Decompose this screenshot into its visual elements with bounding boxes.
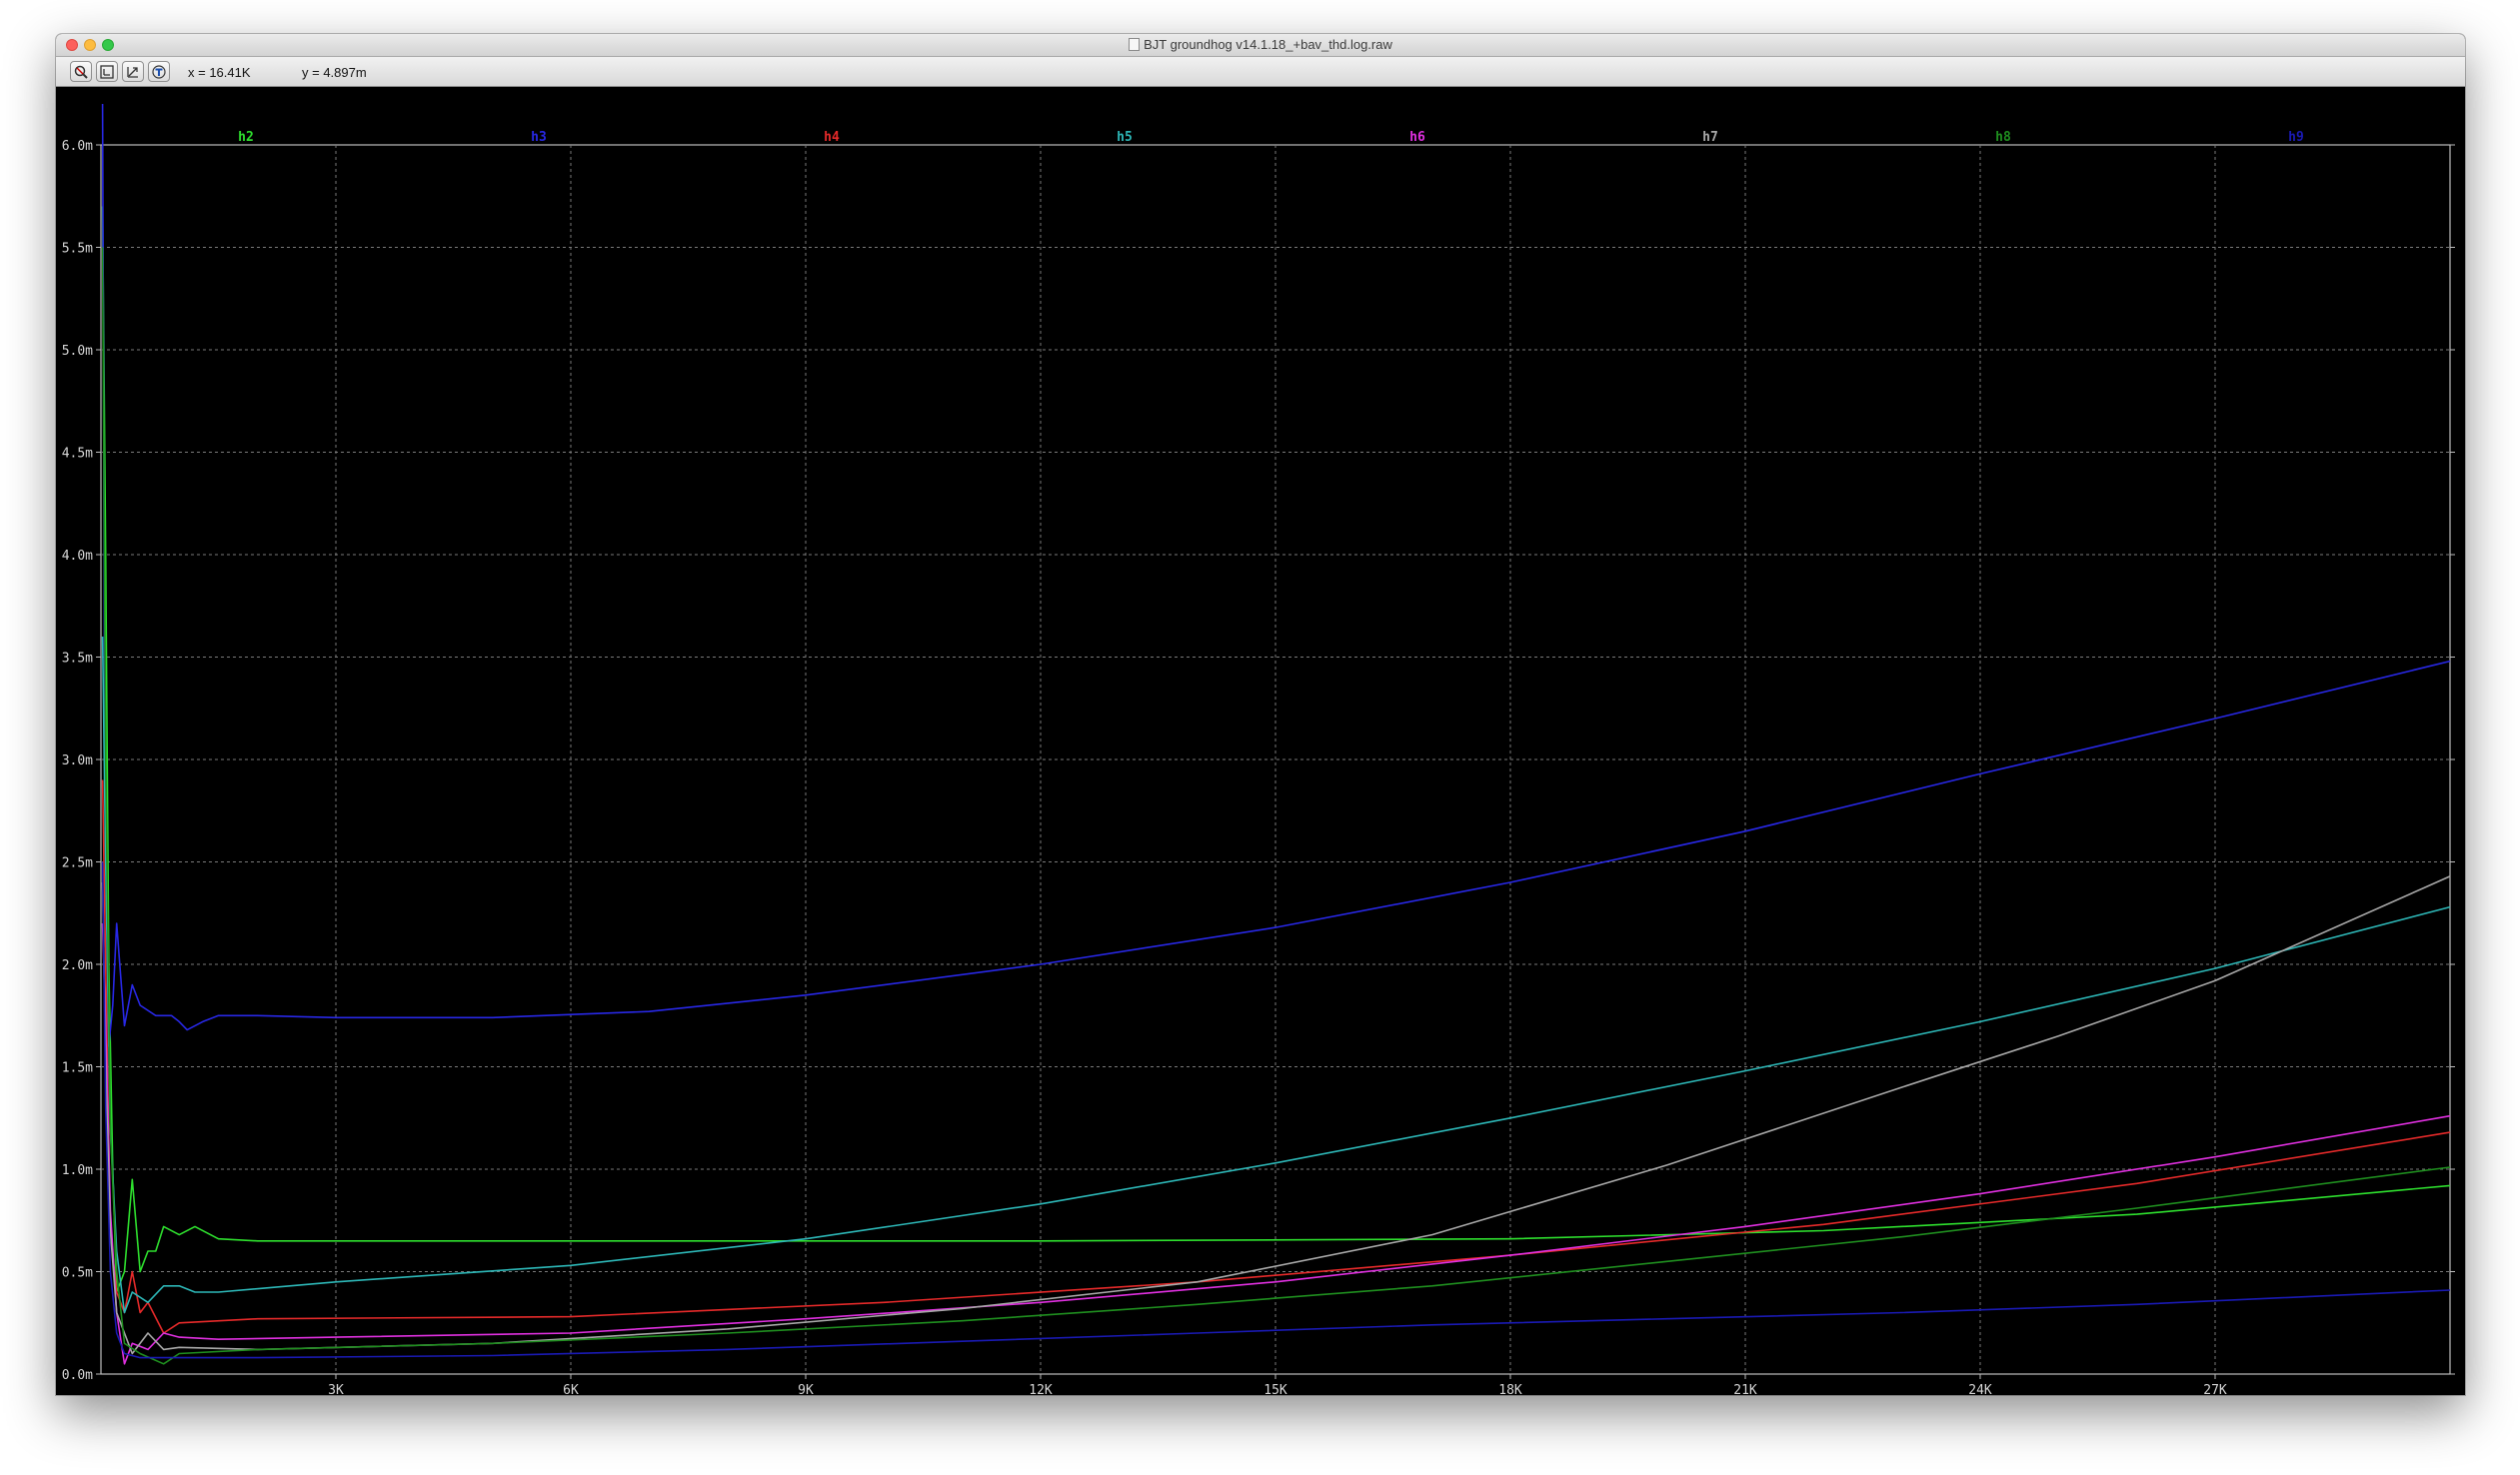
title-bar[interactable]: BJT groundhog v14.1.18_+bav_thd.log.raw [56, 34, 2465, 57]
series-line-h2[interactable] [101, 206, 2451, 1293]
x-tick-label: 18K [1498, 1383, 1522, 1395]
y-tick-label: 5.5m [62, 242, 93, 257]
legend-entry-h9[interactable]: h9 [2288, 130, 2304, 145]
legend-entry-h8[interactable]: h8 [1995, 130, 2011, 145]
x-tick-label: 6K [563, 1383, 579, 1395]
window-title-container: BJT groundhog v14.1.18_+bav_thd.log.raw [56, 37, 2465, 52]
plot-window: BJT groundhog v14.1.18_+bav_thd.log.raw [56, 34, 2465, 1395]
y-tick-label: 2.0m [62, 958, 93, 973]
autorange-button[interactable] [148, 61, 170, 82]
y-tick-label: 3.0m [62, 753, 93, 768]
zoom-fit-button[interactable] [96, 61, 118, 82]
x-tick-label: 24K [1968, 1383, 1992, 1395]
series-line-h4[interactable] [101, 779, 2451, 1334]
x-tick-label: 12K [1029, 1383, 1053, 1395]
legend-entry-h3[interactable]: h3 [531, 130, 547, 145]
y-tick-label: 2.5m [62, 856, 93, 871]
legend-entry-h6[interactable]: h6 [1409, 130, 1425, 145]
legend-entry-h5[interactable]: h5 [1117, 130, 1133, 145]
series-line-h9[interactable] [101, 861, 2451, 1359]
y-tick-label: 4.5m [62, 447, 93, 462]
cursor-y-readout: y = 4.897m [302, 65, 367, 80]
y-tick-label: 1.0m [62, 1163, 93, 1178]
y-tick-label: 4.0m [62, 549, 93, 564]
series-line-h8[interactable] [101, 247, 2451, 1365]
y-tick-label: 5.0m [62, 344, 93, 359]
zoom-fit-icon [100, 65, 114, 79]
series-line-h5[interactable] [101, 636, 2451, 1314]
magnifier-icon [74, 65, 88, 79]
thd-chart[interactable]: 0.0m 0.5m 1.0m 1.5m 2.0m 2.5m 3.0m 3.5m 4.0m 4.5m… [56, 87, 2465, 1395]
zoom-out-button[interactable] [122, 61, 144, 82]
y-tick-label: 3.5m [62, 652, 93, 667]
cursor-x-readout: x = 16.41K [188, 65, 251, 80]
document-icon [1129, 38, 1141, 51]
legend-entry-h7[interactable]: h7 [1702, 130, 1718, 145]
x-tick-label: 3K [328, 1383, 344, 1395]
y-tick-label: 1.5m [62, 1061, 93, 1076]
legend-entry-h4[interactable]: h4 [824, 130, 840, 145]
zoom-out-icon [127, 67, 138, 78]
y-tick-label: 0.0m [62, 1368, 93, 1383]
x-tick-label: 27K [2203, 1383, 2227, 1395]
zoom-area-button[interactable] [70, 61, 92, 82]
legend-entry-h2[interactable]: h2 [238, 130, 254, 145]
y-tick-label: 6.0m [62, 139, 93, 154]
toolbar: x = 16.41K y = 4.897m [56, 57, 2465, 87]
pan-icon [152, 65, 166, 79]
x-tick-label: 21K [1733, 1383, 1757, 1395]
x-tick-label: 9K [798, 1383, 814, 1395]
plot-area[interactable]: 0.0m 0.5m 1.0m 1.5m 2.0m 2.5m 3.0m 3.5m 4.0m 4.5m… [56, 87, 2465, 1395]
y-tick-label: 0.5m [62, 1266, 93, 1281]
window-title: BJT groundhog v14.1.18_+bav_thd.log.raw [1144, 37, 1392, 52]
series-line-h3[interactable] [101, 103, 2451, 1047]
x-tick-label: 15K [1263, 1383, 1287, 1395]
